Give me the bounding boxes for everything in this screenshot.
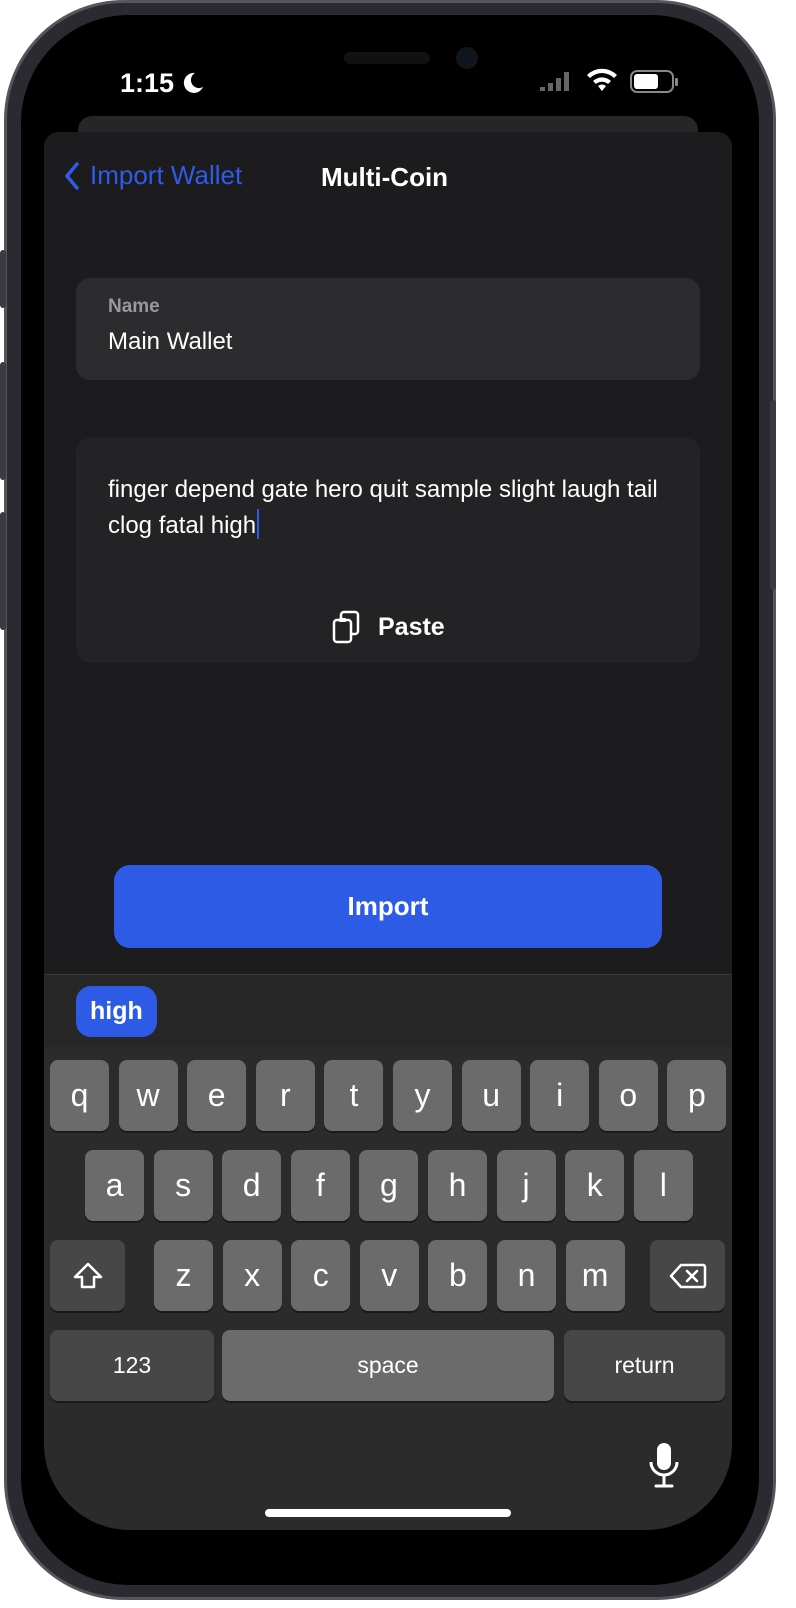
- paste-label: Paste: [378, 612, 445, 641]
- camera: [456, 47, 478, 69]
- key-w[interactable]: w: [118, 1060, 178, 1131]
- text-caret: [257, 509, 260, 539]
- volume-up-button: [0, 362, 6, 480]
- volume-down-button: [0, 512, 6, 630]
- key-m[interactable]: m: [565, 1240, 625, 1311]
- time-text: 1:15: [120, 68, 175, 98]
- suggestion-bar: high: [44, 975, 732, 1047]
- name-input[interactable]: Main Wallet: [108, 328, 232, 356]
- speaker: [344, 52, 430, 64]
- key-r[interactable]: r: [255, 1060, 315, 1131]
- page-title: Multi-Coin: [321, 162, 449, 192]
- key-a[interactable]: a: [85, 1150, 144, 1221]
- shift-key[interactable]: [50, 1240, 125, 1311]
- name-field[interactable]: Name Main Wallet: [76, 278, 700, 380]
- key-z[interactable]: z: [154, 1240, 213, 1311]
- key-n[interactable]: n: [497, 1240, 556, 1311]
- phrase-input-wrap[interactable]: finger depend gate hero quit sample slig…: [108, 472, 668, 544]
- screen: 1:15 Import Wallet Multi-Coin Name Main …: [44, 40, 732, 1530]
- cellular-signal-icon: [540, 72, 569, 91]
- keyboard: high qwertyuiop asdfghjkl zxcvbnm 123 spac…: [44, 974, 732, 1530]
- space-key[interactable]: space: [222, 1330, 554, 1401]
- key-u[interactable]: u: [461, 1060, 521, 1131]
- wifi-icon: [587, 68, 617, 91]
- key-y[interactable]: y: [393, 1060, 452, 1131]
- key-c[interactable]: c: [291, 1240, 351, 1311]
- return-key[interactable]: return: [564, 1330, 725, 1401]
- suggestion-chip[interactable]: high: [76, 986, 157, 1037]
- key-b[interactable]: b: [428, 1240, 488, 1311]
- microphone-icon[interactable]: [646, 1441, 682, 1489]
- phrase-field[interactable]: finger depend gate hero quit sample slig…: [76, 438, 700, 663]
- key-l[interactable]: l: [633, 1150, 693, 1221]
- key-x[interactable]: x: [222, 1240, 282, 1311]
- key-q[interactable]: q: [50, 1060, 109, 1131]
- key-e[interactable]: e: [187, 1060, 247, 1131]
- key-k[interactable]: k: [565, 1150, 625, 1221]
- backspace-icon: [669, 1263, 706, 1288]
- phrase-input[interactable]: finger depend gate hero quit sample slig…: [108, 476, 658, 539]
- name-label: Name: [108, 296, 160, 317]
- key-j[interactable]: j: [496, 1150, 556, 1221]
- key-s[interactable]: s: [153, 1150, 213, 1221]
- home-indicator[interactable]: [265, 1509, 511, 1517]
- power-button: [770, 400, 776, 590]
- key-h[interactable]: h: [428, 1150, 487, 1221]
- key-f[interactable]: f: [290, 1150, 350, 1221]
- numbers-key[interactable]: 123: [50, 1330, 214, 1401]
- key-d[interactable]: d: [222, 1150, 282, 1221]
- back-button[interactable]: Import Wallet: [64, 160, 242, 191]
- backspace-key[interactable]: [650, 1240, 725, 1311]
- key-i[interactable]: i: [530, 1060, 590, 1131]
- status-time: 1:15: [120, 68, 204, 99]
- key-p[interactable]: p: [667, 1060, 727, 1131]
- back-label: Import Wallet: [90, 160, 243, 190]
- mute-switch: [0, 250, 6, 308]
- moon-icon: [183, 72, 203, 93]
- shift-icon: [73, 1262, 102, 1288]
- paste-button[interactable]: Paste: [332, 610, 445, 644]
- key-g[interactable]: g: [359, 1150, 419, 1221]
- paste-icon: [332, 610, 360, 644]
- key-v[interactable]: v: [359, 1240, 419, 1311]
- battery-icon: [630, 70, 678, 93]
- chevron-left-icon: [65, 161, 79, 190]
- key-o[interactable]: o: [598, 1060, 658, 1131]
- import-button[interactable]: Import: [114, 865, 662, 948]
- key-t[interactable]: t: [324, 1060, 384, 1131]
